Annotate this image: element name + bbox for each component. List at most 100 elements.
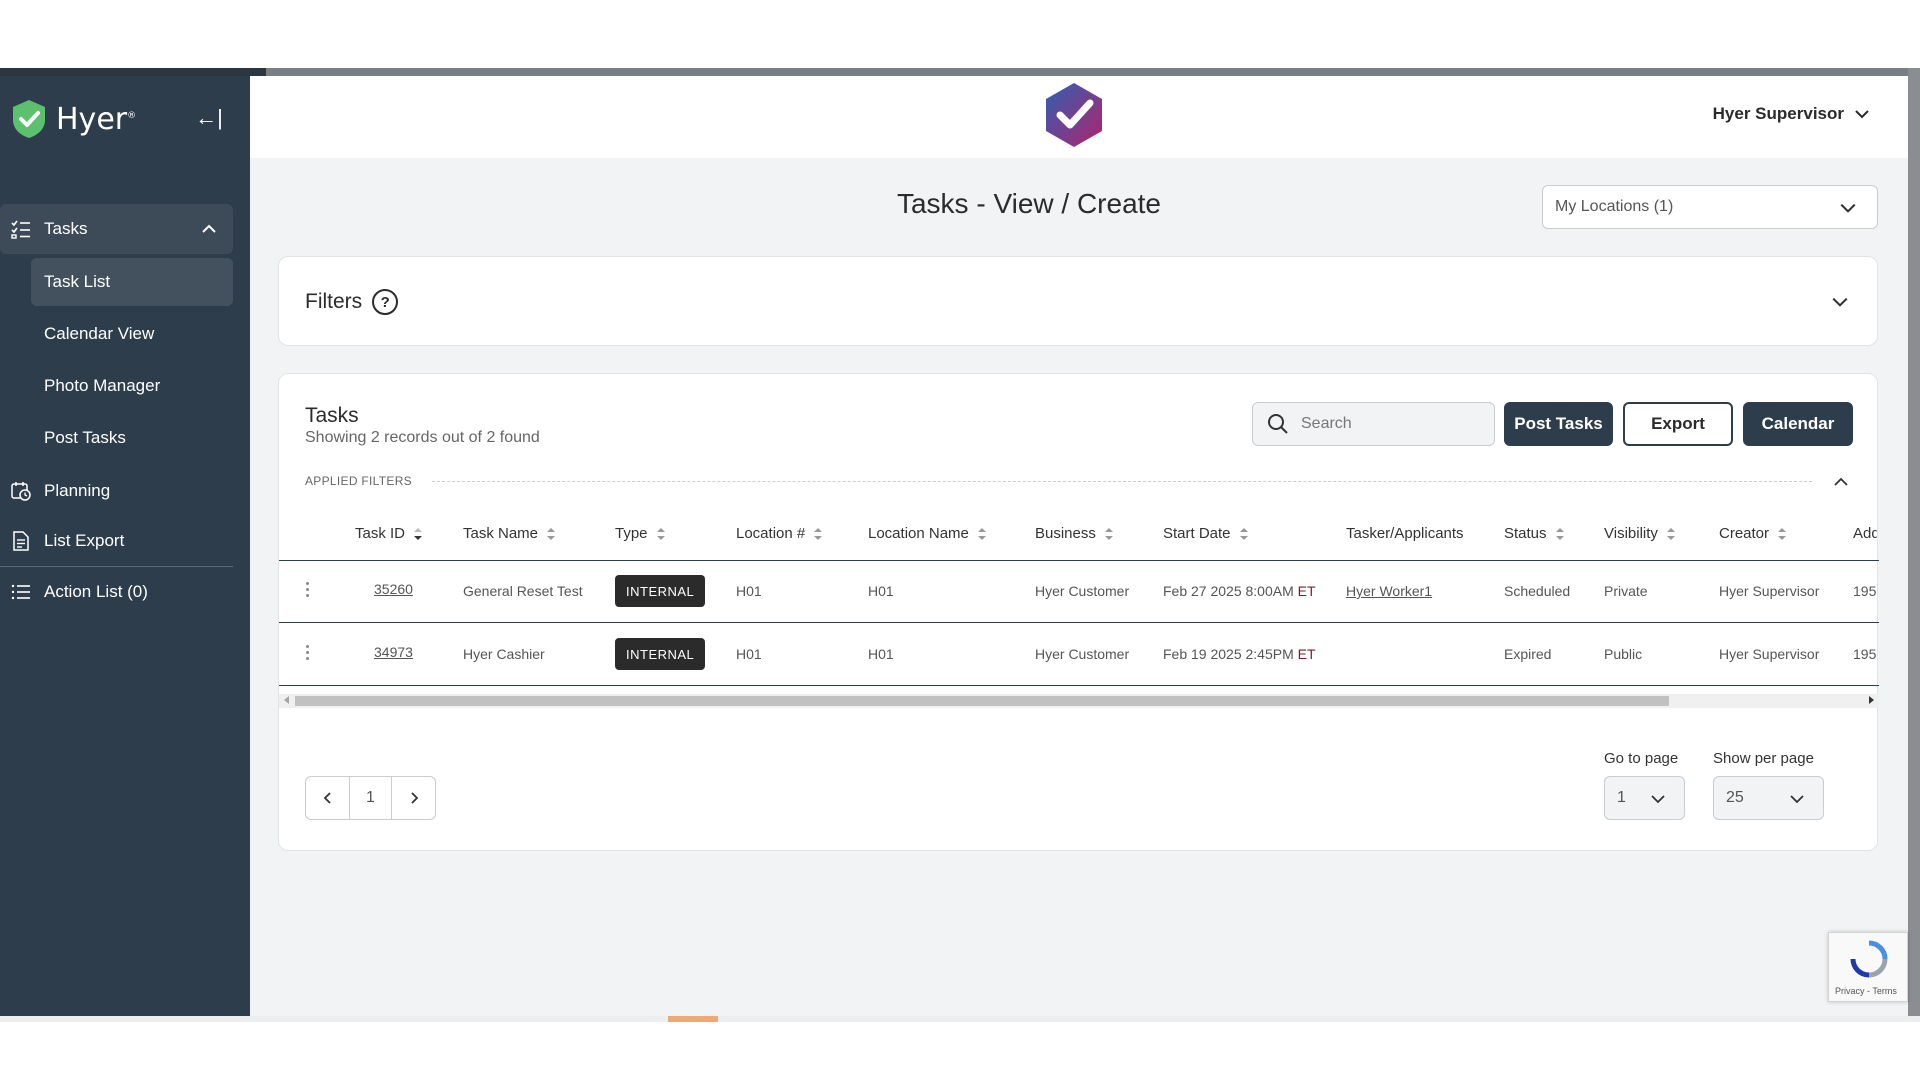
recaptcha-badge[interactable]: Privacy - Terms	[1828, 932, 1908, 1002]
column-header-task-name[interactable]: Task Name	[463, 525, 556, 542]
collapse-sidebar-icon[interactable]: ←|	[195, 105, 223, 130]
current-page[interactable]: 1	[349, 777, 392, 819]
prev-page-button[interactable]	[306, 777, 349, 819]
start-date: Feb 27 2025 8:00AM ET	[1163, 583, 1316, 599]
browser-top-strip-dark	[0, 68, 266, 76]
scroll-right-arrow-icon[interactable]	[1869, 696, 1874, 704]
calendar-button[interactable]: Calendar	[1743, 402, 1853, 446]
recaptcha-icon	[1850, 940, 1888, 978]
sort-icon	[1555, 527, 1564, 540]
chevron-down-icon[interactable]	[1831, 293, 1849, 311]
task-name: Hyer Cashier	[463, 646, 545, 662]
sidebar: Hyer® ←| Tasks Task List Calendar View P…	[0, 76, 250, 1016]
column-header-location-name[interactable]: Location Name	[868, 525, 987, 542]
column-header-creator[interactable]: Creator	[1719, 525, 1787, 542]
brand-logo[interactable]: Hyer®	[8, 98, 136, 140]
locations-select[interactable]: My Locations (1)	[1542, 185, 1878, 229]
column-header-business[interactable]: Business	[1035, 525, 1114, 542]
sort-icon	[1778, 527, 1787, 540]
go-to-page-value: 1	[1617, 789, 1626, 806]
go-to-page-select[interactable]: 1	[1604, 776, 1685, 820]
sidebar-subitem-task-list[interactable]: Task List	[31, 258, 233, 306]
search-field[interactable]	[1252, 402, 1495, 446]
search-input[interactable]	[1301, 415, 1471, 433]
column-header-location-num[interactable]: Location #	[736, 525, 823, 542]
type-badge: INTERNAL	[615, 638, 706, 670]
sidebar-subitem-calendar-view[interactable]: Calendar View	[31, 310, 233, 358]
go-to-page-label: Go to page	[1604, 750, 1679, 767]
scrollbar-thumb[interactable]	[295, 696, 1669, 706]
sidebar-item-label: List Export	[44, 531, 125, 550]
column-header-task-id[interactable]: Task ID	[355, 525, 423, 542]
column-header-status[interactable]: Status	[1504, 525, 1565, 542]
chevron-right-icon	[410, 792, 418, 804]
task-id-link[interactable]: 34973	[374, 644, 413, 660]
list-icon	[11, 584, 30, 600]
page-scrollbar[interactable]	[1908, 68, 1920, 1016]
sort-icon	[1239, 527, 1248, 540]
user-menu[interactable]: Hyer Supervisor	[1713, 104, 1870, 124]
horizontal-scrollbar[interactable]	[279, 694, 1879, 708]
business: Hyer Customer	[1035, 646, 1130, 662]
locations-select-value: My Locations (1)	[1555, 198, 1674, 215]
brand-name: Hyer®	[56, 101, 137, 137]
app-check-logo-icon[interactable]	[1042, 81, 1106, 149]
address: 195	[1853, 583, 1877, 599]
bottom-bar	[0, 1016, 1920, 1022]
task-id-link[interactable]: 35260	[374, 581, 413, 597]
sidebar-item-label: Planning	[44, 481, 111, 500]
tasks-list-icon	[11, 220, 30, 239]
export-button[interactable]: Export	[1623, 402, 1733, 446]
post-tasks-button[interactable]: Post Tasks	[1504, 402, 1613, 446]
column-header-start-date[interactable]: Start Date	[1163, 525, 1249, 542]
creator: Hyer Supervisor	[1719, 646, 1820, 662]
sort-icon	[547, 527, 556, 540]
sort-desc-icon	[414, 527, 423, 540]
sidebar-subitem-post-tasks[interactable]: Post Tasks	[31, 414, 233, 462]
type-badge: INTERNAL	[615, 575, 706, 607]
sidebar-item-list-export[interactable]: List Export	[0, 516, 250, 566]
table-header: Task ID Task Name Type Location # Locati…	[279, 509, 1879, 561]
column-header-add[interactable]: Add	[1853, 525, 1877, 542]
sidebar-item-label: Tasks	[44, 219, 88, 238]
filters-panel[interactable]: Filters ?	[278, 256, 1878, 346]
sort-icon	[1104, 527, 1113, 540]
pagination: 1	[305, 776, 436, 820]
visibility: Public	[1604, 646, 1643, 662]
records-count: Showing 2 records out of 2 found	[305, 429, 540, 446]
chevron-up-icon	[202, 224, 216, 233]
location-name: H01	[868, 583, 894, 599]
address: 195	[1853, 646, 1877, 662]
scroll-left-arrow-icon[interactable]	[284, 696, 289, 704]
table-row[interactable]: 34973 Hyer Cashier INTERNAL H01 H01 Hyer…	[279, 624, 1879, 686]
applied-filters-label: APPLIED FILTERS	[305, 474, 412, 488]
row-menu-icon[interactable]	[303, 579, 311, 605]
applied-filters-divider	[432, 481, 1812, 482]
visibility: Private	[1604, 583, 1648, 599]
chevron-up-icon[interactable]	[1833, 474, 1849, 490]
location-number: H01	[736, 583, 762, 599]
recaptcha-links[interactable]: Privacy - Terms	[1835, 986, 1897, 996]
chevron-left-icon	[323, 792, 331, 804]
column-header-type[interactable]: Type	[615, 525, 666, 542]
per-page-select[interactable]: 25	[1713, 776, 1824, 820]
column-header-visibility[interactable]: Visibility	[1604, 525, 1676, 542]
sidebar-item-tasks[interactable]: Tasks	[0, 204, 233, 254]
per-page-value: 25	[1726, 789, 1744, 806]
sort-icon	[656, 527, 665, 540]
help-icon[interactable]: ?	[372, 289, 399, 315]
top-header: Hyer Supervisor	[250, 76, 1908, 158]
sidebar-item-planning[interactable]: Planning	[0, 466, 250, 516]
sidebar-item-action-list[interactable]: Action List (0)	[0, 567, 250, 617]
table-row[interactable]: 35260 General Reset Test INTERNAL H01 H0…	[279, 561, 1879, 623]
filters-title: Filters ?	[305, 289, 399, 315]
location-name: H01	[868, 646, 894, 662]
sidebar-item-label: Action List (0)	[44, 582, 148, 601]
sort-icon	[1666, 527, 1675, 540]
next-page-button[interactable]	[392, 777, 435, 819]
chevron-down-icon	[1855, 110, 1869, 119]
tasker-link[interactable]: Hyer Worker1	[1346, 583, 1432, 599]
chevron-down-icon	[1840, 203, 1856, 213]
row-menu-icon[interactable]	[303, 642, 311, 668]
sidebar-subitem-photo-manager[interactable]: Photo Manager	[31, 362, 233, 410]
